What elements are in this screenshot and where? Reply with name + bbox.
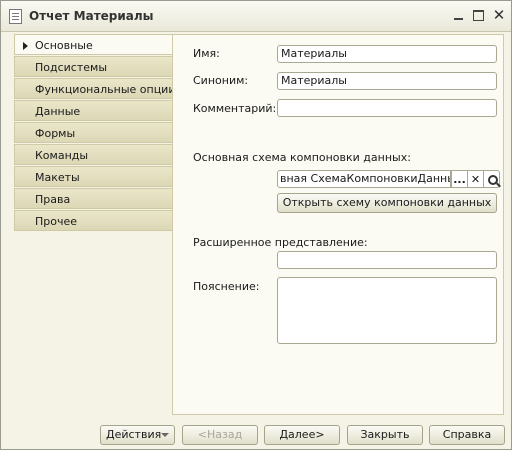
explanation-label: Пояснение: <box>193 280 260 293</box>
extended-representation-field[interactable] <box>277 251 497 269</box>
nav-item-label: Команды <box>35 149 89 162</box>
explanation-field[interactable] <box>277 277 497 344</box>
nav-item-forms[interactable]: Формы <box>14 122 172 143</box>
help-button[interactable]: Справка <box>429 425 505 445</box>
nav-item-label: Основные <box>35 39 93 52</box>
extended-representation-label: Расширенное представление: <box>193 236 368 249</box>
actions-button[interactable]: Действия <box>100 425 175 445</box>
maximize-icon[interactable] <box>471 7 487 23</box>
nav-item-commands[interactable]: Команды <box>14 144 172 165</box>
nav-item-functional-options[interactable]: Функциональные опции <box>14 78 176 99</box>
minimize-icon[interactable] <box>451 7 467 23</box>
comment-label: Комментарий: <box>193 102 277 115</box>
next-button[interactable]: Далее> <box>264 425 340 445</box>
name-label: Имя: <box>193 47 220 60</box>
main-panel: Имя: Материалы Синоним: Материалы Коммен… <box>172 34 504 415</box>
open-schema-button[interactable]: Открыть схему компоновки данных <box>277 193 497 213</box>
clear-icon[interactable]: ✕ <box>467 170 484 188</box>
nav-item-templates[interactable]: Макеты <box>14 166 172 187</box>
schema-field[interactable]: вная СхемаКомпоновкиДанных <box>277 170 451 188</box>
close-icon[interactable]: ✕ <box>491 7 507 23</box>
nav-item-label: Функциональные опции <box>35 83 176 96</box>
nav-item-main[interactable]: Основные <box>14 34 172 55</box>
synonym-field[interactable]: Материалы <box>277 72 497 90</box>
section-nav: Основные Подсистемы Функциональные опции… <box>14 34 176 231</box>
back-button[interactable]: <Назад <box>182 425 258 445</box>
search-icon[interactable] <box>483 170 500 188</box>
name-field[interactable]: Материалы <box>277 45 497 63</box>
title-bar: Отчет Материалы ✕ <box>1 1 511 32</box>
nav-item-label: Подсистемы <box>35 61 108 74</box>
document-icon <box>9 9 22 24</box>
nav-item-other[interactable]: Прочее <box>14 210 172 231</box>
schema-label: Основная схема компоновки данных: <box>193 151 411 164</box>
synonym-label: Синоним: <box>193 74 249 87</box>
chevron-down-icon <box>161 433 169 437</box>
close-button[interactable]: Закрыть <box>347 425 423 445</box>
nav-item-label: Макеты <box>35 171 80 184</box>
select-schema-button[interactable]: ... <box>451 170 468 188</box>
nav-item-label: Права <box>35 193 71 206</box>
nav-item-label: Данные <box>35 105 81 118</box>
nav-item-label: Прочее <box>35 215 78 228</box>
arrow-right-icon <box>23 42 28 50</box>
window-title: Отчет Материалы <box>29 9 154 23</box>
nav-item-data[interactable]: Данные <box>14 100 172 121</box>
comment-field[interactable] <box>277 99 497 117</box>
report-window: Отчет Материалы ✕ Основные Подсистемы Фу… <box>0 0 512 450</box>
nav-item-label: Формы <box>35 127 76 140</box>
nav-item-subsystems[interactable]: Подсистемы <box>14 56 172 77</box>
actions-label: Действия <box>106 428 162 441</box>
nav-item-rights[interactable]: Права <box>14 188 172 209</box>
